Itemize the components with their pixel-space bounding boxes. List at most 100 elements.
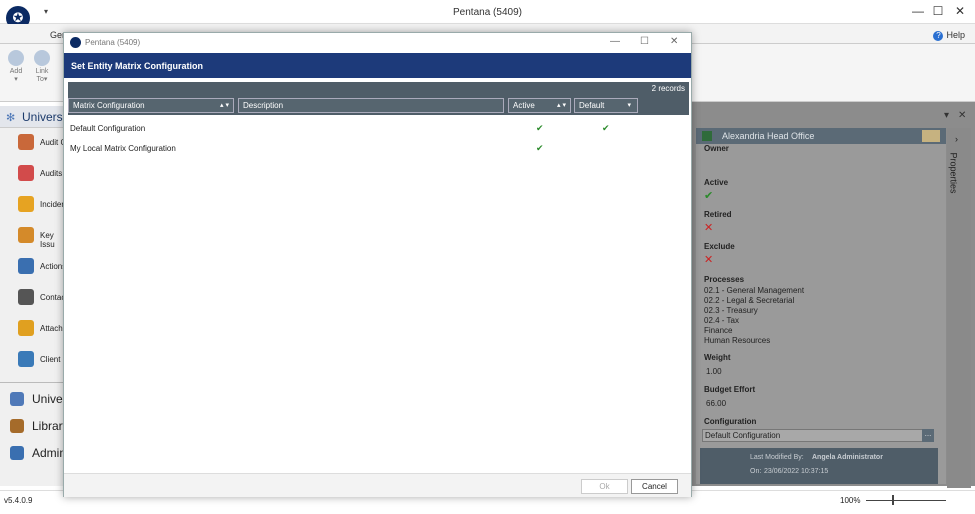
entity-icon (702, 131, 712, 141)
configuration-value: Default Configuration (705, 431, 781, 440)
nav-item-incidents[interactable]: Inciden (10, 194, 70, 222)
warning-icon (18, 196, 34, 212)
nav-item-audit-c[interactable]: Audit C (10, 132, 70, 160)
grid-record-count: 2 records (68, 82, 689, 95)
nav-header: ✻ Univers (0, 106, 65, 128)
zoom-slider-handle[interactable] (892, 495, 894, 505)
client-icon (18, 351, 34, 367)
column-header-default[interactable]: Default ▾ (574, 98, 638, 113)
modified-by-label: Last Modified By: (750, 454, 804, 461)
panel-dropdown-icon[interactable]: ▾ (944, 110, 949, 121)
minimize-button[interactable]: — (910, 4, 926, 18)
nav-section-library[interactable]: Library (6, 414, 69, 440)
budget-label: Budget Effort (704, 385, 756, 394)
nav-item-key-issues[interactable]: Key Issu (10, 225, 70, 253)
dialog-maximize-button[interactable]: ☐ (640, 36, 649, 47)
process-item: 02.1 - General Management (704, 286, 805, 295)
row-name: My Local Matrix Configuration (70, 144, 176, 153)
audit-icon (18, 134, 34, 150)
panel-close-icon[interactable]: ✕ (958, 110, 966, 121)
nav-item-actions[interactable]: Actions (10, 256, 70, 284)
contact-icon (18, 289, 34, 305)
column-header-active[interactable]: Active ▴ ▾ (508, 98, 571, 113)
zoom-slider[interactable] (866, 500, 946, 501)
dialog-footer: Ok Cancel (64, 473, 691, 497)
exclude-label: Exclude (704, 242, 735, 251)
dialog-window-title: Pentana (5409) (85, 38, 141, 47)
nav-section-label: Univer (32, 392, 67, 406)
configuration-picker-button[interactable]: … (922, 429, 934, 442)
sort-filter-icon[interactable]: ▴ ▾ (557, 99, 566, 112)
entity-header: Alexandria Head Office (696, 128, 946, 144)
budget-value: 66.00 (706, 399, 727, 408)
cancel-button[interactable]: Cancel (631, 479, 678, 494)
add-button[interactable]: Add ▾ (4, 50, 28, 83)
link-icon (34, 50, 50, 66)
dialog-close-button[interactable]: ✕ (670, 36, 678, 47)
process-item: Human Resources (704, 336, 771, 345)
exclude-cross-icon: ✕ (704, 254, 714, 266)
help-icon: ? (933, 31, 944, 41)
nav-item-audits[interactable]: Audits (10, 163, 70, 191)
entity-title: Alexandria Head Office (722, 131, 815, 141)
library-icon (10, 419, 24, 433)
nav-item-label: Inciden (40, 200, 66, 209)
dialog-titlebar: Pentana (5409) — ☐ ✕ (64, 33, 691, 53)
process-item: 02.3 - Treasury (704, 306, 758, 315)
active-label: Active (704, 178, 729, 187)
dialog-logo-icon (70, 37, 81, 48)
left-navigation: ✻ Univers Audit C Audits Inciden Key Iss… (0, 106, 69, 486)
table-row[interactable]: Default Configuration ✔ ✔ (68, 118, 689, 138)
ok-button[interactable]: Ok (581, 479, 628, 494)
main-titlebar: ▾ Pentana (5409) — ☐ ✕ (0, 0, 975, 24)
link-dropdown-indicator: To▾ (36, 76, 48, 83)
record-count: 2 records (651, 84, 685, 93)
help-label: Help (946, 30, 965, 40)
modified-on-label: On: (750, 468, 762, 475)
nav-item-client-data[interactable]: Client D (10, 349, 70, 377)
admin-icon (10, 446, 24, 460)
nav-section-admin[interactable]: Admin (6, 441, 66, 467)
grid-header: Matrix Configuration ▴ ▾ Description Acti… (68, 95, 689, 115)
nav-item-contacts[interactable]: Contac (10, 287, 70, 315)
filter-icon[interactable]: ▾ (627, 99, 631, 112)
nav-header-title: Univers (22, 110, 63, 124)
link-to-button[interactable]: Link To▾ (30, 50, 54, 83)
table-row[interactable]: My Local Matrix Configuration ✔ (68, 138, 689, 158)
chevron-right-icon[interactable]: › (955, 134, 958, 144)
process-item: 02.4 - Tax (704, 316, 739, 325)
column-label: Default (579, 101, 605, 110)
nav-item-label: Attachr (40, 324, 66, 333)
modified-by-value: Angela Administrator (812, 454, 883, 461)
zoom-level: 100% (840, 496, 861, 505)
add-label: Add (9, 68, 23, 75)
modified-info: Last Modified By: Angela Administrator O… (700, 448, 938, 484)
link-label: Link (35, 68, 49, 75)
nav-item-attachments[interactable]: Attachr (10, 318, 70, 346)
active-check-icon: ✔ (536, 123, 544, 133)
maximize-button[interactable]: ☐ (930, 4, 946, 18)
modified-on-value: 23/06/2022 10:37:15 (764, 468, 829, 475)
properties-side-tab[interactable]: › Properties (947, 128, 971, 488)
nav-item-label: Audits (40, 169, 63, 178)
properties-tab-label: Properties (948, 152, 959, 194)
configuration-label: Configuration (704, 417, 757, 426)
retired-cross-icon: ✕ (704, 222, 714, 234)
sort-filter-icon[interactable]: ▴ ▾ (220, 99, 229, 112)
help-button[interactable]: ? Help (933, 30, 965, 41)
dialog-minimize-button[interactable]: — (610, 36, 620, 47)
nav-section-label: Admin (32, 446, 67, 460)
attachment-icon (18, 320, 34, 336)
entity-menu-icon[interactable] (922, 130, 940, 142)
configuration-field[interactable]: Default Configuration (702, 429, 932, 442)
nav-section-universe[interactable]: Univer (6, 387, 67, 413)
audits-icon (18, 165, 34, 181)
weight-label: Weight (704, 353, 731, 362)
universe-icon: ✻ (6, 112, 16, 124)
column-header-matrix-configuration[interactable]: Matrix Configuration ▴ ▾ (68, 98, 234, 113)
entity-matrix-dialog: Pentana (5409) — ☐ ✕ Set Entity Matrix C… (63, 32, 692, 497)
column-header-description[interactable]: Description (238, 98, 504, 113)
row-name: Default Configuration (70, 124, 146, 133)
weight-value: 1.00 (706, 367, 722, 376)
close-button[interactable]: ✕ (952, 4, 968, 18)
